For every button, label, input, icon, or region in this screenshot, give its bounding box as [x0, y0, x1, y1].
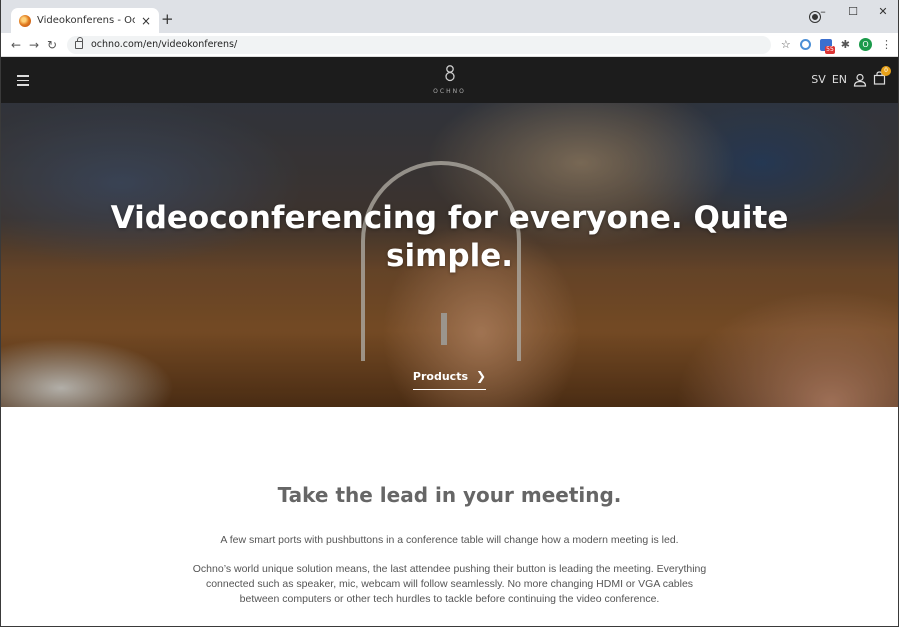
cart-count-badge: 0	[881, 66, 891, 76]
user-account-icon[interactable]	[853, 73, 867, 87]
cart-button[interactable]: 0	[873, 66, 891, 88]
header-actions: SV EN 0	[811, 66, 891, 88]
browser-toolbar: ← → ↻ ochno.com/en/videokonferens/ ☆ 55 …	[1, 33, 898, 57]
site-header: OCHNO SV EN 0	[1, 57, 898, 103]
tab-title: Videokonferens - Ochno	[37, 15, 135, 26]
logo-text: OCHNO	[433, 88, 466, 95]
browser-tab[interactable]: Videokonferens - Ochno ×	[11, 8, 159, 33]
window-controls: – ☐ ✕	[808, 0, 898, 22]
forward-arrow-icon[interactable]: →	[25, 38, 43, 52]
profile-avatar[interactable]: O	[859, 38, 872, 51]
back-arrow-icon[interactable]: ←	[7, 38, 25, 52]
products-button[interactable]: Products ❯	[412, 369, 487, 390]
chevron-right-icon: ❯	[476, 369, 487, 383]
opera-extension-icon[interactable]	[799, 39, 811, 50]
minimize-button[interactable]: –	[808, 5, 838, 18]
intro-paragraph-1: A few smart ports with pushbuttons in a …	[220, 534, 679, 546]
reload-icon[interactable]: ↻	[43, 38, 61, 52]
tab-close-icon[interactable]: ×	[141, 14, 151, 28]
address-bar[interactable]: ochno.com/en/videokonferens/	[67, 35, 771, 54]
products-label: Products	[412, 370, 468, 383]
hero-title: Videoconferencing for everyone. Quite si…	[110, 200, 789, 274]
ochno-logo-mark-icon	[444, 65, 455, 82]
tab-strip: Videokonferens - Ochno × + – ☐ ✕	[1, 0, 898, 33]
ochno-logo[interactable]: OCHNO	[1, 64, 898, 95]
maximize-button[interactable]: ☐	[838, 5, 868, 18]
url-text: ochno.com/en/videokonferens/	[91, 39, 238, 50]
calendar-extension-icon[interactable]: 55	[819, 38, 835, 54]
browser-window: Videokonferens - Ochno × + – ☐ ✕ ← → ↻ o…	[0, 0, 899, 627]
lock-icon	[75, 36, 83, 49]
close-window-button[interactable]: ✕	[868, 5, 898, 18]
puzzle-extensions-icon[interactable]: ✱	[841, 38, 850, 51]
lang-en-link[interactable]: EN	[832, 73, 847, 86]
intro-section: Take the lead in your meeting. A few sma…	[1, 483, 898, 607]
section-heading: Take the lead in your meeting.	[277, 483, 622, 507]
extension-badge: 55	[825, 45, 835, 54]
new-tab-button[interactable]: +	[161, 12, 174, 27]
intro-paragraph-2: Ochno’s world unique solution means, the…	[192, 563, 707, 605]
hero-banner: Videoconferencing for everyone. Quite si…	[1, 103, 898, 407]
lang-sv-link[interactable]: SV	[811, 73, 826, 86]
ochno-favicon-icon	[19, 14, 31, 27]
bookmark-star-icon[interactable]: ☆	[781, 38, 791, 51]
extension-area: ☆ 55 ✱ O ⋮	[781, 38, 892, 54]
browser-menu-icon[interactable]: ⋮	[881, 38, 892, 51]
